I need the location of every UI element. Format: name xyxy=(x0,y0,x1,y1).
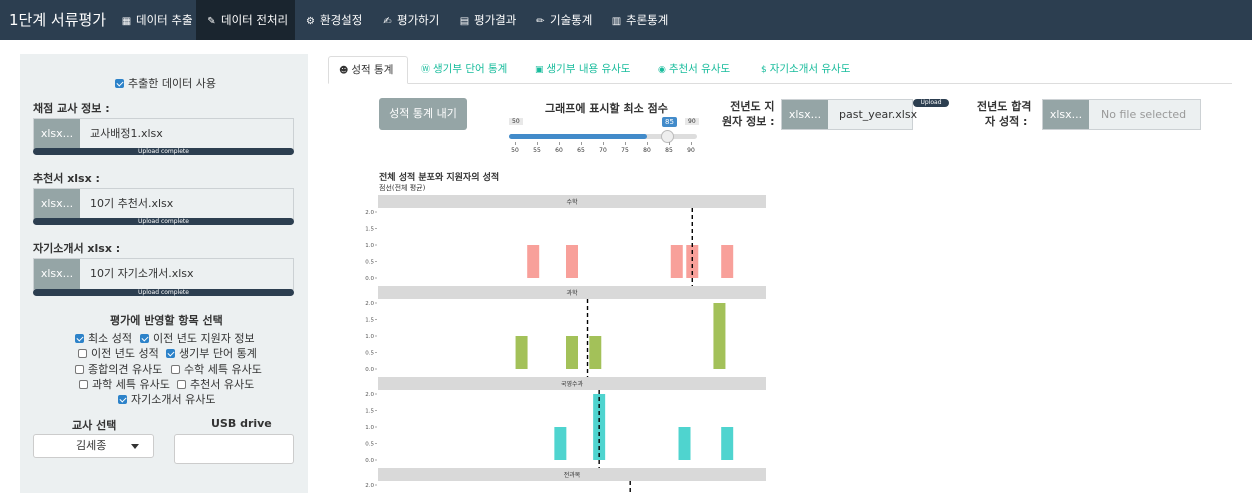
histogram-bar xyxy=(721,427,734,460)
y-tick-label: 1.0 xyxy=(365,334,374,340)
y-tick-label: 1.5 xyxy=(365,227,374,233)
y-tick-label: 2.0 xyxy=(365,483,374,489)
y-tick-label: 0.5 xyxy=(365,260,374,266)
histogram-bar xyxy=(721,245,734,278)
y-tick-label: 1.5 xyxy=(365,409,374,415)
histogram-bar xyxy=(515,336,528,369)
y-tick-label: 0.5 xyxy=(365,442,374,448)
histogram-bar xyxy=(589,336,602,369)
y-tick-label: 1.0 xyxy=(365,243,374,249)
y-tick-label: 0.5 xyxy=(365,351,374,357)
y-tick-label: 2.0 xyxy=(365,210,374,216)
histogram-bar xyxy=(554,427,567,460)
histogram-bar xyxy=(566,245,578,278)
facet-label: 국영수과 xyxy=(561,380,584,388)
y-tick-label: 1.0 xyxy=(365,425,374,431)
facet-label: 전과목 xyxy=(564,471,581,479)
facet-label: 과학 xyxy=(566,289,578,297)
facet-label: 수학 xyxy=(566,198,578,206)
score-distribution-chart: 수학 0.0 0.5 1.0 1.5 2.0 과학 0.0 0.5 1.0 1.5 2.0 국영수과 0.… xyxy=(365,195,766,493)
histogram-bar xyxy=(678,427,691,460)
y-tick-label: 0.0 xyxy=(365,367,374,373)
y-tick-label: 0.0 xyxy=(365,276,374,282)
histogram-bar xyxy=(713,303,726,369)
histogram-bar xyxy=(566,336,578,369)
y-tick-label: 2.0 xyxy=(365,301,374,307)
y-tick-label: 0.0 xyxy=(365,458,374,464)
histogram-bar xyxy=(527,245,540,278)
histogram-bar xyxy=(670,245,683,278)
y-tick-label: 1.5 xyxy=(365,318,374,324)
y-tick-label: 2.0 xyxy=(365,392,374,398)
